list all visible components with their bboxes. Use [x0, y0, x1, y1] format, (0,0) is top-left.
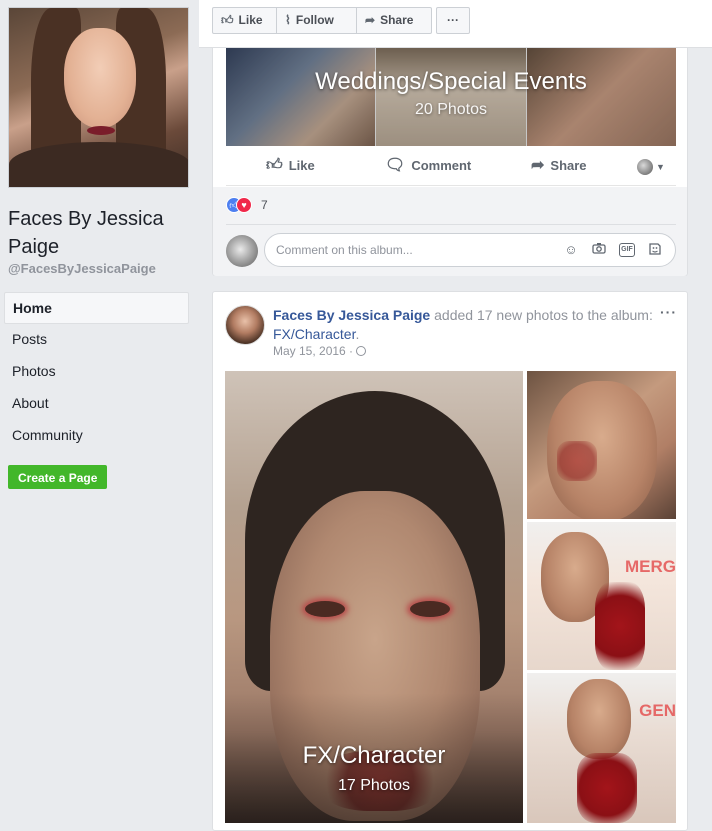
sidebar-item-posts[interactable]: Posts [4, 324, 189, 356]
photo-face [567, 679, 631, 759]
sidebar-item-community[interactable]: Community [4, 420, 189, 452]
gif-icon[interactable]: GIF [619, 243, 635, 257]
post-date-text: May 15, 2016 · [273, 344, 357, 358]
share-arrow-icon: ➦ [365, 13, 376, 27]
page-more-button[interactable]: ··· [436, 7, 470, 34]
page-follow-button[interactable]: ⌇ Follow [277, 7, 357, 34]
profile-lips [87, 126, 115, 135]
share-arrow-icon: ➦ [531, 157, 545, 174]
divider [226, 224, 676, 225]
page-handle[interactable]: @FacesByJessicaPaige [8, 261, 156, 276]
page-name[interactable]: Faces By Jessica Paige [8, 205, 193, 261]
left-sidebar: Faces By Jessica Paige @FacesByJessicaPa… [0, 0, 199, 824]
post-action-text: added 17 new photos to the album: [430, 307, 653, 323]
comment-input[interactable]: Comment on this album... ☺ GIF [264, 233, 676, 267]
album-post-weddings: Weddings/Special Events 20 Photos 👍︎ Like… [212, 48, 688, 276]
post-period: . [355, 326, 360, 342]
caret-down-icon: ▼ [656, 161, 665, 172]
love-reaction-icon: ♥ [236, 197, 252, 213]
emoji-icon[interactable]: ☺ [563, 242, 579, 258]
fx-photo-4[interactable]: GEN [527, 673, 676, 823]
post-like-label: Like [288, 158, 315, 173]
create-page-button[interactable]: Create a Page [8, 465, 108, 489]
background-sign-text: GEN [639, 701, 676, 720]
album-link[interactable]: FX/Character [273, 326, 355, 342]
reaction-count[interactable]: 7 [261, 198, 268, 212]
profile-photo[interactable] [8, 7, 189, 188]
post-header: Faces By Jessica Paige added 17 new phot… [273, 306, 653, 344]
comment-placeholder: Comment on this album... [276, 243, 413, 257]
fx-photo-3[interactable]: MERG [527, 522, 676, 670]
sidebar-item-about[interactable]: About [4, 388, 189, 420]
page-share-label: Share [380, 13, 414, 27]
author-link[interactable]: Faces By Jessica Paige [273, 307, 430, 323]
fx-album-title[interactable]: FX/Character [225, 742, 523, 770]
right-rail [701, 48, 712, 824]
post-share-label: Share [550, 158, 587, 173]
page-like-label: Like [238, 13, 263, 27]
photo-eye-right [410, 601, 450, 617]
fx-photo-2[interactable] [527, 371, 676, 519]
thumbs-up-icon: 👍︎ [221, 13, 234, 27]
page-follow-label: Follow [295, 13, 334, 27]
camera-icon[interactable] [591, 242, 607, 258]
sidebar-item-photos[interactable]: Photos [4, 356, 189, 388]
photo-blood [577, 753, 637, 823]
post-comment-label: Comment [411, 158, 472, 173]
post-like-button[interactable]: 👍︎ Like [266, 146, 315, 186]
main-column: 👍︎ Like ⌇ Follow ➦ Share ··· Weddings/Speci… [199, 0, 712, 831]
rss-icon: ⌇ [285, 13, 291, 27]
comment-icon: 🗨︎ [385, 157, 406, 174]
author-avatar[interactable] [225, 305, 265, 345]
album-post-fx: Faces By Jessica Paige added 17 new phot… [212, 291, 688, 831]
fx-album-count: 17 Photos [337, 777, 411, 794]
photo-blood [595, 582, 645, 670]
photo-wound [557, 441, 597, 481]
comments-area: 👍︎ ♥ 7 Comment on this album... ☺ GIF [213, 187, 687, 276]
page-like-button[interactable]: 👍︎ Like [212, 7, 277, 34]
post-comment-button[interactable]: 🗨︎ Comment [385, 146, 471, 186]
album-title[interactable]: Weddings/Special Events [226, 68, 676, 96]
post-timestamp[interactable]: May 15, 2016 · [273, 344, 367, 358]
post-share-button[interactable]: ➦ Share [531, 146, 587, 186]
page-share-button[interactable]: ➦ Share [357, 7, 432, 34]
sticker-icon[interactable] [647, 242, 663, 258]
post-options-button[interactable]: ··· [660, 304, 677, 320]
thumbs-up-icon: 👍︎ [266, 157, 283, 174]
post-actions: 👍︎ Like 🗨︎ Comment ➦ Share ▼ [226, 146, 676, 186]
background-sign-text: MERG [625, 557, 676, 576]
album-shade [226, 48, 676, 146]
sidebar-nav: Home Posts Photos About Community [4, 292, 189, 452]
profile-shoulders [9, 142, 188, 187]
globe-icon [356, 346, 367, 356]
album-preview-weddings[interactable]: Weddings/Special Events 20 Photos [226, 48, 676, 146]
page-action-bar: 👍︎ Like ⌇ Follow ➦ Share ··· [199, 0, 712, 48]
audience-selector[interactable]: ▼ [637, 146, 665, 186]
album-photo-count: 20 Photos [414, 101, 488, 118]
commenter-avatar [226, 235, 258, 267]
photo-eye-left [305, 601, 345, 617]
profile-face [64, 28, 136, 128]
audience-avatar [637, 158, 653, 175]
sidebar-item-home[interactable]: Home [4, 292, 189, 324]
